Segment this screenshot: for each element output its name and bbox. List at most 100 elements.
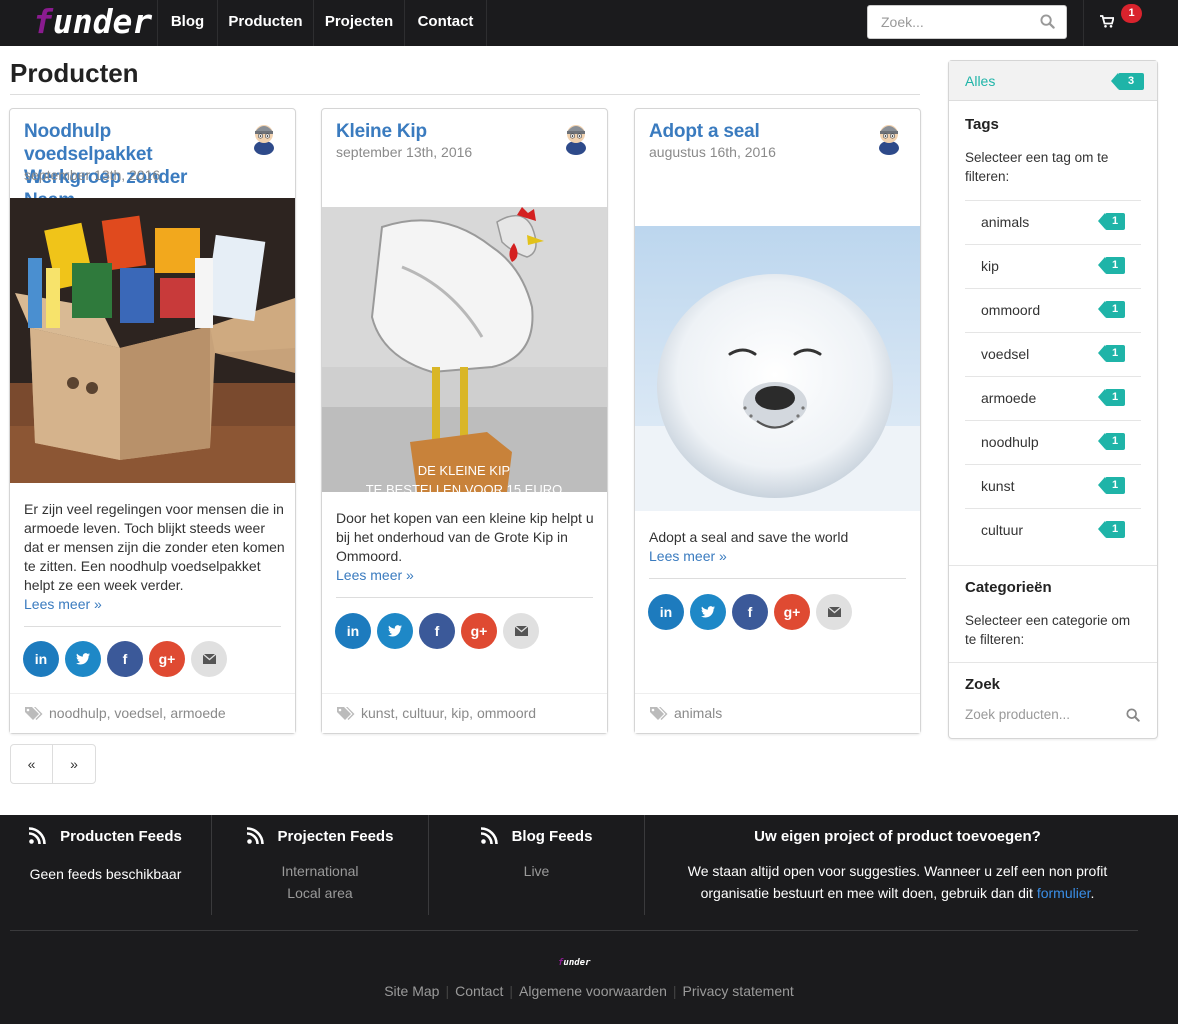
footer-heading: Producten Feeds (60, 828, 182, 845)
feed-link[interactable]: International (281, 863, 358, 879)
image-caption: TE BESTELLEN VOOR 15 EURO (366, 482, 563, 492)
previous-page-button[interactable]: « (11, 745, 53, 783)
footer-link-terms[interactable]: Algemene voorwaarden (513, 983, 673, 999)
card-footer: kunst, cultuur, kip, ommoord (322, 693, 607, 733)
product-description: Door het kopen van een kleine kip helpt … (336, 510, 594, 583)
read-more-link[interactable]: Lees meer » (24, 596, 102, 612)
tag-filter-item[interactable]: ommoord 1 (965, 288, 1141, 332)
product-tags[interactable]: kunst, cultuur, kip, ommoord (361, 705, 536, 721)
footer-projecten-feeds: Projecten Feeds International Local area (212, 815, 429, 915)
filter-all[interactable]: Alles 3 (949, 61, 1157, 101)
footer-contribute-text: We staan altijd open voor suggesties. Wa… (687, 863, 1108, 901)
pagination: « » (10, 744, 96, 784)
tag-filter-item[interactable]: kunst 1 (965, 464, 1141, 508)
card-divider (336, 597, 593, 598)
form-link[interactable]: formulier (1037, 885, 1091, 901)
email-icon[interactable] (503, 613, 539, 649)
search-icon[interactable] (1126, 708, 1140, 722)
nav-producten[interactable]: Producten (218, 0, 314, 46)
next-page-button[interactable]: » (53, 745, 95, 783)
tag-filter-item[interactable]: voedsel 1 (965, 332, 1141, 376)
avatar (254, 125, 274, 155)
product-card: Noodhulp voedselpakket Werkgroep zonder … (9, 108, 296, 734)
twitter-icon[interactable] (65, 641, 101, 677)
product-date: september 13th, 2016 (24, 167, 161, 183)
footer-heading: Blog Feeds (511, 828, 593, 845)
facebook-icon[interactable]: f (732, 594, 768, 630)
linkedin-icon[interactable]: in (23, 641, 59, 677)
product-description: Er zijn veel regelingen voor mensen die … (24, 501, 285, 612)
rss-icon (246, 826, 264, 844)
footer-nav: Site Map | Contact | Algemene voorwaarden | Pr… (0, 983, 1178, 999)
footer: Producten Feeds Geen feeds beschikbaar P… (0, 815, 1178, 1024)
tag-filter-item[interactable]: noodhulp 1 (965, 420, 1141, 464)
product-card: Kleine Kip september 13th, 2016 DE KLEIN… (321, 108, 608, 734)
nav-search (867, 5, 1067, 39)
feed-link[interactable]: Live (524, 863, 550, 879)
google-plus-icon[interactable]: g+ (774, 594, 810, 630)
product-image-seal[interactable] (635, 226, 920, 511)
page-title: Producten (10, 58, 139, 88)
footer-heading: Projecten Feeds (277, 828, 394, 845)
facebook-icon[interactable]: f (419, 613, 455, 649)
facebook-icon[interactable]: f (107, 641, 143, 677)
footer-producten-feeds: Producten Feeds Geen feeds beschikbaar (0, 815, 212, 915)
tags-icon (25, 707, 43, 720)
card-divider (24, 626, 281, 627)
title-divider (10, 94, 920, 95)
linkedin-icon[interactable]: in (648, 594, 684, 630)
twitter-icon[interactable] (690, 594, 726, 630)
filter-sidebar: Alles 3 Tags Selecteer een tag om te fil… (948, 60, 1158, 739)
nav-contact[interactable]: Contact (405, 0, 487, 46)
email-icon[interactable] (816, 594, 852, 630)
sidebar-divider (949, 662, 1157, 663)
read-more-link[interactable]: Lees meer » (649, 548, 727, 564)
linkedin-icon[interactable]: in (335, 613, 371, 649)
tags-heading: Tags (965, 116, 999, 133)
google-plus-icon[interactable]: g+ (461, 613, 497, 649)
nav-projecten[interactable]: Projecten (314, 0, 405, 46)
footer-link-sitemap[interactable]: Site Map (378, 983, 445, 999)
product-image-food-box[interactable] (10, 198, 295, 483)
brand-logo[interactable]: funder (0, 0, 158, 46)
product-description: Adopt a seal and save the world Lees mee… (649, 529, 849, 564)
product-title[interactable]: Kleine Kip (336, 120, 551, 143)
rss-icon (480, 826, 498, 844)
cart-count-badge: 1 (1121, 4, 1142, 23)
tags-icon (337, 707, 355, 720)
cart-icon[interactable] (1100, 15, 1114, 28)
product-card: Adopt a seal augustus 16th, 2016 Adopt a… (634, 108, 921, 734)
tag-filter-item[interactable]: kip 1 (965, 244, 1141, 288)
nav-separator (1083, 0, 1084, 46)
footer-heading: Uw eigen project of product toevoegen? (754, 828, 1041, 845)
nav-blog[interactable]: Blog (158, 0, 218, 46)
avatar (566, 125, 586, 155)
product-search-input[interactable] (965, 707, 1115, 722)
product-tags[interactable]: noodhulp, voedsel, armoede (49, 705, 226, 721)
product-tags[interactable]: animals (674, 705, 722, 721)
footer-blog-feeds: Blog Feeds Live (429, 815, 645, 915)
tag-filter-item[interactable]: animals 1 (965, 200, 1141, 244)
product-title[interactable]: Adopt a seal (649, 120, 864, 143)
footer-link-contact[interactable]: Contact (449, 983, 509, 999)
search-icon[interactable] (1040, 14, 1055, 29)
product-image-chicken[interactable]: DE KLEINE KIP TE BESTELLEN VOOR 15 EURO (322, 207, 607, 492)
image-caption: DE KLEINE KIP (418, 463, 510, 478)
card-footer: noodhulp, voedsel, armoede (10, 693, 295, 733)
read-more-link[interactable]: Lees meer » (336, 567, 414, 583)
product-search (965, 706, 1145, 728)
categories-heading: Categorieën (965, 579, 1052, 596)
footer-link-privacy[interactable]: Privacy statement (677, 983, 800, 999)
twitter-icon[interactable] (377, 613, 413, 649)
tag-filter-item[interactable]: armoede 1 (965, 376, 1141, 420)
feed-link[interactable]: Local area (287, 885, 352, 901)
footer-logo[interactable]: funder (558, 958, 591, 968)
search-input[interactable] (868, 6, 1028, 38)
tag-filter-item[interactable]: cultuur 1 (965, 508, 1141, 552)
rss-icon (29, 826, 46, 844)
google-plus-icon[interactable]: g+ (149, 641, 185, 677)
sidebar-divider (949, 565, 1157, 566)
navbar: funder Blog Producten Projecten Contact … (0, 0, 1178, 46)
email-icon[interactable] (191, 641, 227, 677)
tags-icon (650, 707, 668, 720)
